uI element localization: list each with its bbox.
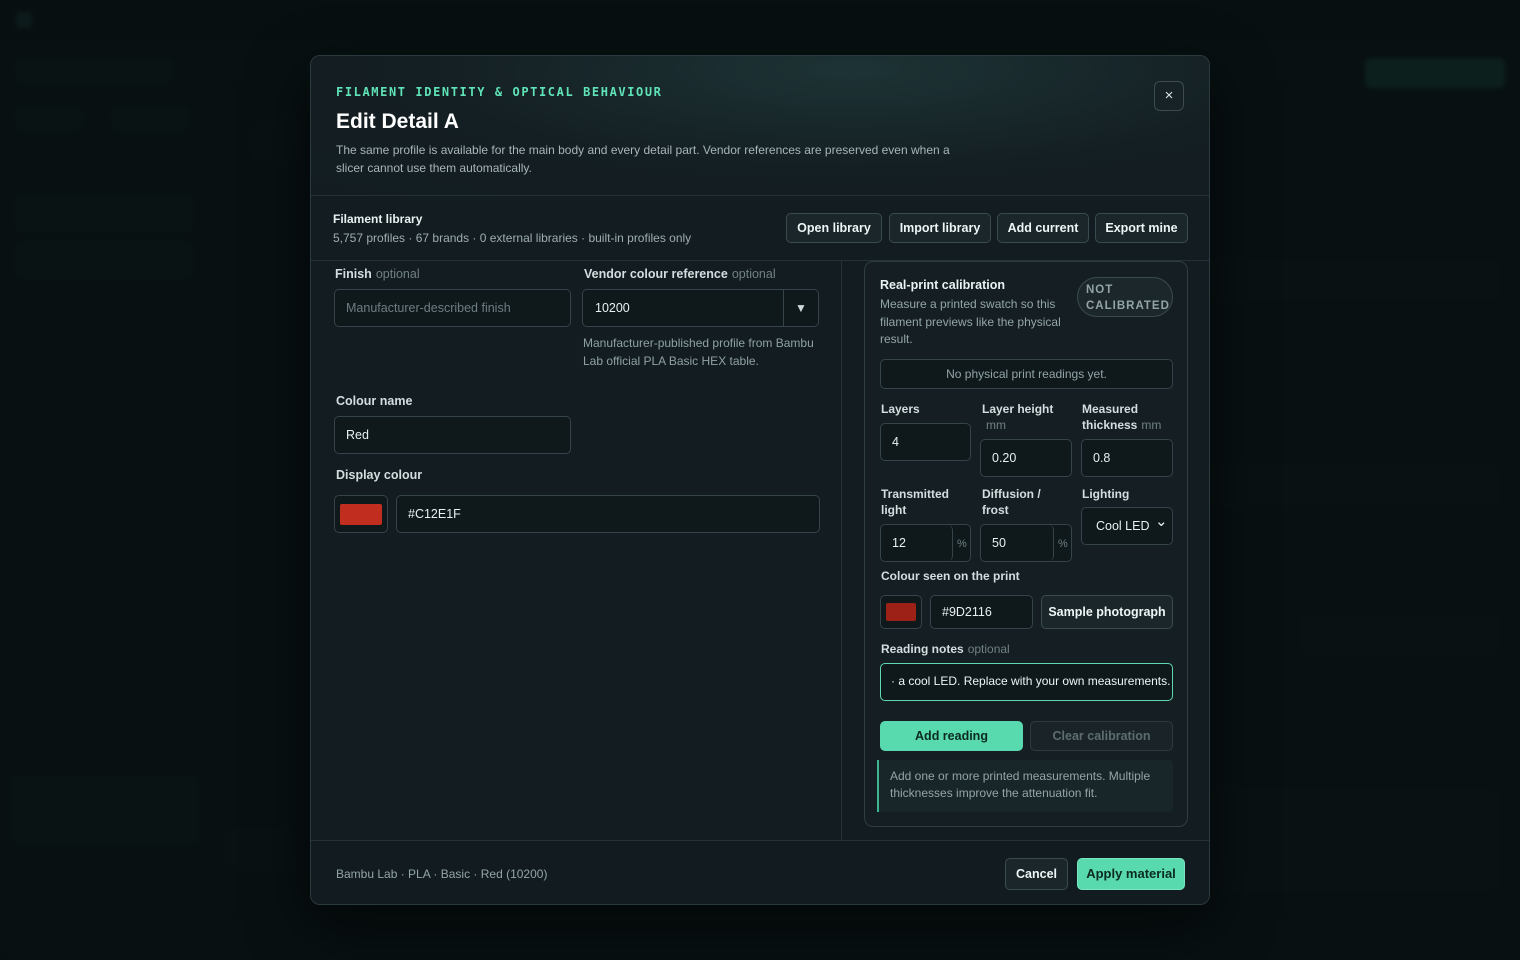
vendor-ref-help: Manufacturer-published profile from Bamb… <box>583 336 814 368</box>
calibration-description: Measure a printed swatch so this filamen… <box>880 297 1061 346</box>
column-divider <box>841 261 842 841</box>
chevron-down-icon: ⌄ <box>1155 513 1168 530</box>
dialog-eyebrow: FILAMENT IDENTITY & OPTICAL BEHAVIOUR <box>336 85 663 99</box>
apply-material-button[interactable]: Apply material <box>1077 858 1185 890</box>
percent-suffix: % <box>957 538 967 550</box>
thickness-label-text: Measured thickness <box>1082 402 1139 432</box>
import-library-button[interactable]: Import library <box>889 213 991 243</box>
add-current-button[interactable]: Add current <box>997 213 1089 243</box>
layers-label: Layers <box>881 402 920 416</box>
layer-height-input[interactable]: 0.20 <box>980 439 1072 477</box>
transmitted-light-label: Transmitted light <box>881 487 950 517</box>
vendor-ref-label: Vendor colour reference optional <box>584 267 776 281</box>
add-reading-button[interactable]: Add reading <box>880 721 1023 751</box>
vendor-ref-value: 10200 <box>595 301 630 315</box>
vendor-ref-combobox[interactable]: 10200 ▼ <box>582 289 819 327</box>
diffusion-label: Diffusion / frost <box>982 487 1041 517</box>
colour-seen-label: Colour seen on the print <box>881 569 1020 583</box>
dialog-footer: Bambu Lab · PLA · Basic · Red (10200) Ca… <box>311 840 1209 904</box>
colour-name-input[interactable]: Red <box>334 416 571 454</box>
chevron-down-icon[interactable]: ▼ <box>795 290 807 326</box>
material-summary: Bambu Lab · PLA · Basic · Red (10200) <box>336 867 548 881</box>
transmitted-light-input[interactable]: 12 <box>881 525 953 561</box>
layer-height-label: Layer height mm <box>982 401 1072 433</box>
cancel-button[interactable]: Cancel <box>1005 858 1068 890</box>
notes-label-text: Reading notes <box>881 642 964 656</box>
percent-suffix: % <box>1058 538 1068 550</box>
layers-input[interactable]: 4 <box>880 423 971 461</box>
vendor-ref-label-text: Vendor colour reference <box>584 267 728 281</box>
filament-library-bar: Filament library 5,757 profiles · 67 bra… <box>311 196 1209 261</box>
calibration-panel: Real-print calibration Measure a printed… <box>864 261 1188 827</box>
reading-notes-label: Reading notes optional <box>881 641 1010 657</box>
dialog-header: FILAMENT IDENTITY & OPTICAL BEHAVIOUR Ed… <box>311 56 1209 196</box>
no-readings-message: No physical print readings yet. <box>880 359 1173 389</box>
clear-calibration-button[interactable]: Clear calibration <box>1030 721 1173 751</box>
unit-mm: mm <box>1141 418 1162 432</box>
close-icon: × <box>1164 87 1174 104</box>
print-colour-hex-input[interactable]: #9D2116 <box>930 595 1033 629</box>
display-colour-swatch <box>340 504 382 525</box>
diffusion-input[interactable]: 50 <box>981 525 1054 561</box>
calibration-hint: Add one or more printed measurements. Mu… <box>877 760 1173 812</box>
calibration-title: Real-print calibration <box>880 278 1006 292</box>
optional-tag: optional <box>731 267 776 281</box>
lighting-label: Lighting <box>1082 487 1130 501</box>
edit-material-dialog: FILAMENT IDENTITY & OPTICAL BEHAVIOUR Ed… <box>310 55 1210 905</box>
calibration-status-badge: NOT CALIBRATED <box>1077 277 1173 317</box>
transmitted-light-field: 12 % <box>880 524 971 562</box>
finish-input[interactable]: Manufacturer-described finish <box>334 289 571 327</box>
optional-tag: optional <box>967 642 1010 656</box>
reading-notes-input[interactable]: · a cool LED. Replace with your own meas… <box>880 663 1173 701</box>
export-mine-button[interactable]: Export mine <box>1095 213 1188 243</box>
finish-label: Finish optional <box>335 267 420 281</box>
display-colour-hex-input[interactable]: #C12E1F <box>396 495 820 533</box>
close-button[interactable]: × <box>1154 81 1184 111</box>
diffusion-field: 50 % <box>980 524 1072 562</box>
library-stats: 5,757 profiles · 67 brands · 0 external … <box>333 231 692 245</box>
display-colour-label: Display colour <box>336 468 423 482</box>
finish-label-text: Finish <box>335 267 372 281</box>
lighting-value: Cool LED <box>1096 519 1150 533</box>
print-colour-swatch <box>886 603 916 621</box>
dialog-description: The same profile is available for the ma… <box>336 143 950 175</box>
sample-photograph-button[interactable]: Sample photograph <box>1041 595 1173 629</box>
combobox-divider <box>783 290 784 326</box>
measured-thickness-input[interactable]: 0.8 <box>1081 439 1173 477</box>
colour-name-label: Colour name <box>336 394 413 408</box>
open-library-button[interactable]: Open library <box>786 213 882 243</box>
library-title: Filament library <box>333 212 423 226</box>
print-colour-picker[interactable] <box>880 595 922 629</box>
lighting-select[interactable]: Cool LED ⌄ <box>1081 507 1173 545</box>
optional-tag: optional <box>375 267 420 281</box>
unit-mm: mm <box>986 418 1006 432</box>
layer-height-label-text: Layer height <box>982 402 1054 416</box>
measured-thickness-label: Measured thickness mm <box>1082 401 1177 433</box>
dialog-title: Edit Detail A <box>336 110 459 133</box>
display-colour-picker[interactable] <box>334 495 388 533</box>
